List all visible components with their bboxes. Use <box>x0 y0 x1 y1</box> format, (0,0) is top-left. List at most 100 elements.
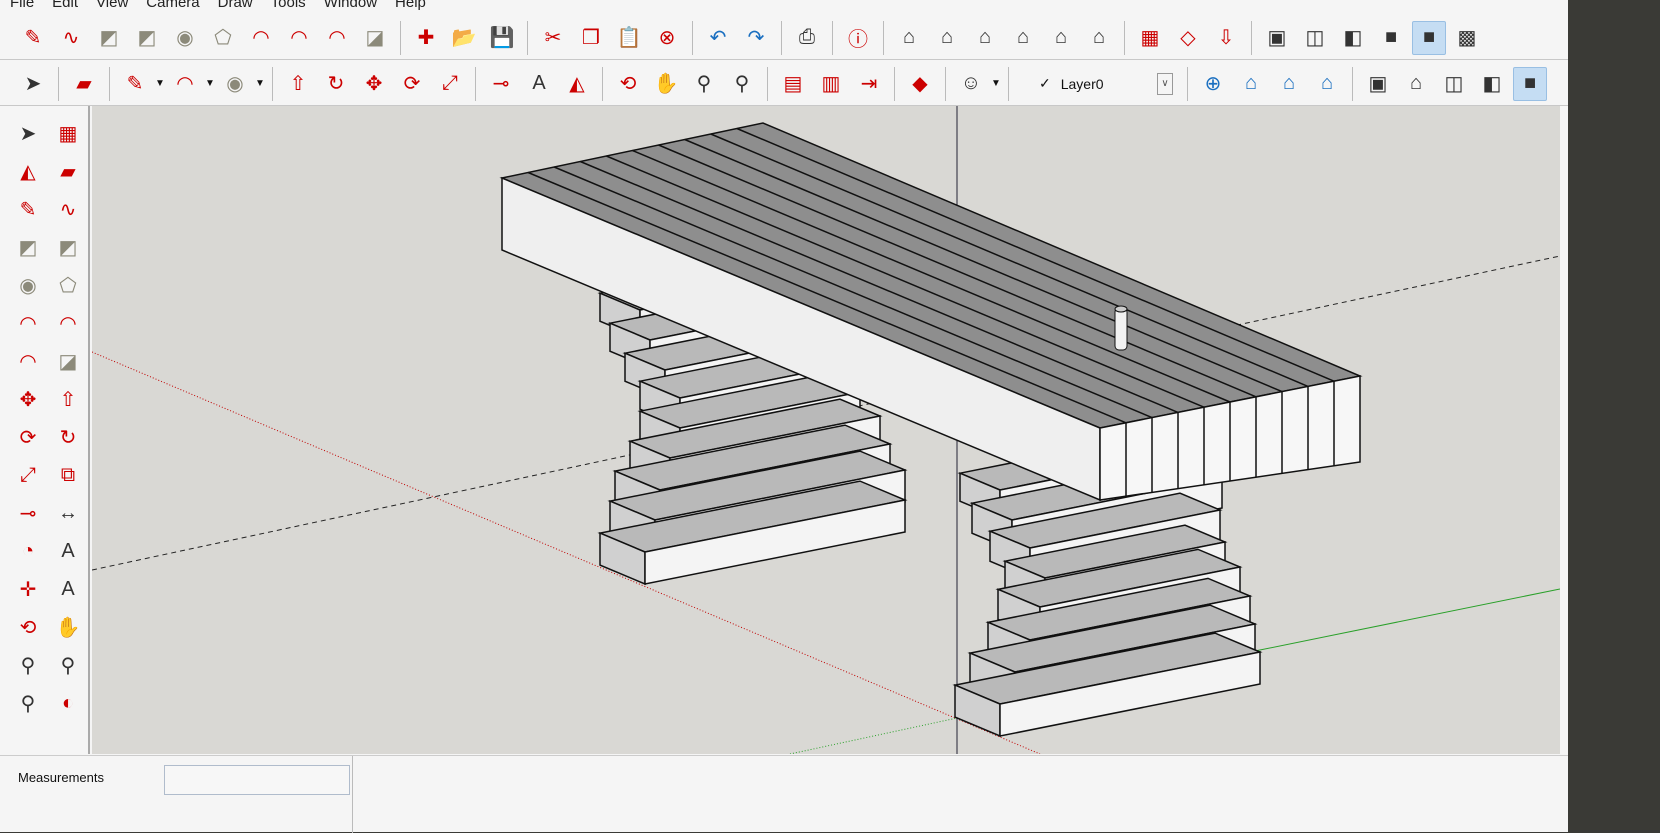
rectangle-icon[interactable]: ◩ <box>92 21 126 55</box>
measurements-input[interactable] <box>164 765 350 795</box>
xray-style-icon[interactable]: ▣ <box>1260 21 1294 55</box>
display-section-cuts-icon[interactable]: ⌂ <box>1272 67 1306 101</box>
offset-icon[interactable]: ⧉ <box>50 457 86 493</box>
get-models-icon[interactable]: ⇩ <box>1209 21 1243 55</box>
three-point-arc-icon[interactable]: ◠ <box>10 343 46 379</box>
top-view-icon[interactable]: ⌂ <box>930 21 964 55</box>
send-to-layout-icon[interactable]: ⇥ <box>852 67 886 101</box>
move-icon[interactable]: ✥ <box>10 381 46 417</box>
protractor-icon[interactable]: ◔ <box>10 533 46 569</box>
dropdown-arrow-icon[interactable]: ▼ <box>154 78 166 89</box>
wireframe-back-edges-icon[interactable]: ◫ <box>1298 21 1332 55</box>
tape-measure-icon[interactable]: ⊸ <box>10 495 46 531</box>
pencil-icon[interactable]: ✎ <box>16 21 50 55</box>
pencil-icon[interactable]: ✎ <box>118 67 152 101</box>
rotated-rectangle-icon[interactable]: ◩ <box>50 229 86 265</box>
rectangle-icon[interactable]: ◩ <box>10 229 46 265</box>
pan-icon[interactable]: ✋ <box>50 609 86 645</box>
pencil-icon[interactable]: ✎ <box>10 191 46 227</box>
undo-icon[interactable]: ↶ <box>701 21 735 55</box>
dropdown-arrow-icon[interactable]: ▼ <box>204 78 216 89</box>
three-point-arc-icon[interactable]: ◠ <box>320 21 354 55</box>
3d-text-icon[interactable]: A <box>50 571 86 607</box>
left-view-icon[interactable]: ⌂ <box>1082 21 1116 55</box>
arc-icon[interactable]: ◠ <box>10 305 46 341</box>
display-section-planes-icon[interactable]: ⌂ <box>1234 67 1268 101</box>
menu-window[interactable]: Window <box>314 0 385 14</box>
new-file-icon[interactable]: ✚ <box>409 21 443 55</box>
eraser-icon[interactable]: ▰ <box>67 67 101 101</box>
previous-view-icon[interactable]: ◐ <box>50 685 86 721</box>
wireframe-icon[interactable]: ◫ <box>1437 67 1471 101</box>
menu-tools[interactable]: Tools <box>261 0 314 14</box>
print-icon[interactable]: ⎙ <box>790 21 824 55</box>
redo-icon[interactable]: ↷ <box>739 21 773 55</box>
orbit-icon[interactable]: ⟲ <box>10 609 46 645</box>
components-icon[interactable]: ▤ <box>776 67 810 101</box>
follow-me-icon[interactable]: ↻ <box>50 419 86 455</box>
model-viewport[interactable] <box>92 106 1560 754</box>
menu-view[interactable]: View <box>86 0 136 14</box>
text-icon[interactable]: A <box>50 533 86 569</box>
polygon-icon[interactable]: ⬠ <box>50 267 86 303</box>
zoom-icon[interactable]: ⚲ <box>687 67 721 101</box>
axes-icon[interactable]: ✛ <box>10 571 46 607</box>
section-plane-icon[interactable]: ⊕ <box>1196 67 1230 101</box>
polygon-icon[interactable]: ⬠ <box>206 21 240 55</box>
orbit-icon[interactable]: ⟲ <box>611 67 645 101</box>
layer-dropdown[interactable]: ✓ Layer0 ∨ <box>1023 69 1173 99</box>
menu-help[interactable]: Help <box>385 0 434 14</box>
make-component-icon[interactable]: ▦ <box>50 115 86 151</box>
iso-view-icon[interactable]: ⌂ <box>892 21 926 55</box>
follow-me-icon[interactable]: ↻ <box>319 67 353 101</box>
save-icon[interactable]: 💾 <box>485 21 519 55</box>
freehand-icon[interactable]: ∿ <box>50 191 86 227</box>
bench-model[interactable] <box>92 106 1560 754</box>
menu-edit[interactable]: Edit <box>42 0 86 14</box>
scale-icon[interactable]: ⤢ <box>433 67 467 101</box>
materials-icon[interactable]: ▥ <box>814 67 848 101</box>
paint-bucket-icon[interactable]: ◭ <box>10 153 46 189</box>
paint-bucket-icon[interactable]: ◭ <box>560 67 594 101</box>
paste-icon[interactable]: 📋 <box>612 21 646 55</box>
model-info-icon[interactable]: ⓘ <box>841 21 875 55</box>
cut-icon[interactable]: ✂ <box>536 21 570 55</box>
menu-camera[interactable]: Camera <box>136 0 207 14</box>
copy-icon[interactable]: ❐ <box>574 21 608 55</box>
shaded-icon[interactable]: ■ <box>1513 66 1547 101</box>
open-folder-icon[interactable]: 📂 <box>447 21 481 55</box>
right-view-icon[interactable]: ⌂ <box>1006 21 1040 55</box>
xray-icon[interactable]: ▣ <box>1361 67 1395 101</box>
zoom-icon[interactable]: ⚲ <box>10 647 46 683</box>
eraser-icon[interactable]: ▰ <box>50 153 86 189</box>
erase-icon[interactable]: ⊗ <box>650 21 684 55</box>
scale-icon[interactable]: ⤢ <box>10 457 46 493</box>
front-view-icon[interactable]: ⌂ <box>968 21 1002 55</box>
pan-icon[interactable]: ✋ <box>649 67 683 101</box>
toggle-terrain-icon[interactable]: ◇ <box>1171 21 1205 55</box>
pie-icon[interactable]: ◪ <box>50 343 86 379</box>
menu-file[interactable]: File <box>0 0 42 14</box>
circle-icon[interactable]: ◉ <box>168 21 202 55</box>
tape-measure-icon[interactable]: ⊸ <box>484 67 518 101</box>
back-view-icon[interactable]: ⌂ <box>1044 21 1078 55</box>
dimension-icon[interactable]: ↔ <box>50 495 86 531</box>
pie-icon[interactable]: ◪ <box>358 21 392 55</box>
add-location-icon[interactable]: ▦ <box>1133 21 1167 55</box>
monochrome-style-icon[interactable]: ▩ <box>1450 21 1484 55</box>
arc-icon[interactable]: ◠ <box>168 67 202 101</box>
rotate-icon[interactable]: ⟳ <box>395 67 429 101</box>
zoom-extents-icon[interactable]: ⚲ <box>10 685 46 721</box>
account-icon[interactable]: ☺ <box>954 67 988 101</box>
circle-icon[interactable]: ◉ <box>10 267 46 303</box>
shaded-textures-style-icon[interactable]: ■ <box>1412 20 1446 55</box>
rotate-icon[interactable]: ⟳ <box>10 419 46 455</box>
move-icon[interactable]: ✥ <box>357 67 391 101</box>
zoom-extents-icon[interactable]: ⚲ <box>725 67 759 101</box>
freehand-icon[interactable]: ∿ <box>54 21 88 55</box>
text-icon[interactable]: A <box>522 67 556 101</box>
chevron-down-icon[interactable]: ∨ <box>1157 72 1173 95</box>
rotated-rectangle-icon[interactable]: ◩ <box>130 21 164 55</box>
two-point-arc-icon[interactable]: ◠ <box>50 305 86 341</box>
hidden-line-icon[interactable]: ◧ <box>1475 67 1509 101</box>
